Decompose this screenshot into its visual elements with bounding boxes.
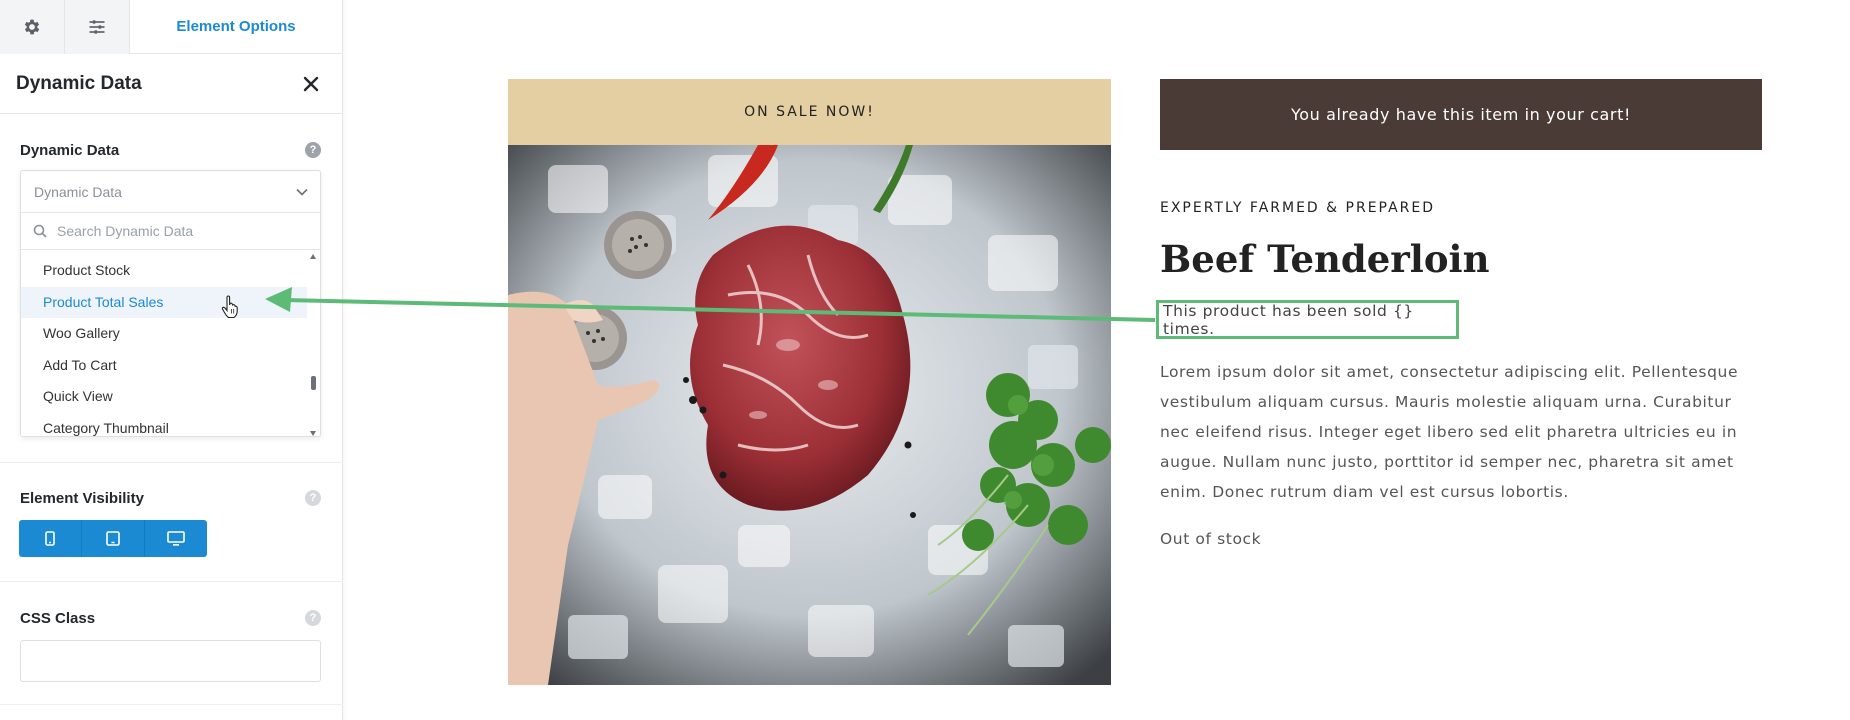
hand-cursor-icon bbox=[221, 295, 238, 319]
dynamic-data-options: Product Stock Product Total Sales Woo Ga… bbox=[21, 250, 320, 436]
css-class-label: CSS Class bbox=[20, 609, 96, 627]
visibility-tablet-button[interactable] bbox=[82, 520, 145, 557]
option-product-stock[interactable]: Product Stock bbox=[21, 255, 307, 287]
section-divider bbox=[0, 704, 343, 705]
gear-icon bbox=[24, 19, 40, 35]
tab-style[interactable] bbox=[65, 0, 130, 54]
product-eyebrow: EXPERTLY FARMED & PREPARED bbox=[1160, 200, 1436, 216]
dynamic-data-label: Dynamic Data bbox=[20, 141, 120, 159]
product-title: Beef Tenderloin bbox=[1160, 237, 1490, 281]
help-icon[interactable]: ? bbox=[305, 142, 321, 158]
visibility-phone-button[interactable] bbox=[19, 520, 82, 557]
visibility-toggle-group bbox=[19, 520, 207, 557]
tab-element-options[interactable]: Element Options bbox=[130, 0, 342, 53]
cart-notice: You already have this item in your cart! bbox=[1160, 79, 1762, 150]
chevron-down-icon bbox=[296, 188, 308, 196]
beef-on-ice-illustration bbox=[508, 145, 1111, 685]
dynamic-data-search bbox=[21, 213, 320, 250]
css-class-field-header: CSS Class ? bbox=[0, 606, 343, 630]
element-options-sidebar: Element Options Dynamic Data Dynamic Dat… bbox=[0, 0, 343, 720]
scroll-thumb[interactable] bbox=[311, 376, 316, 390]
product-description: Lorem ipsum dolor sit amet, consectetur … bbox=[1160, 363, 1739, 501]
total-sales-text[interactable]: This product has been sold {} times. bbox=[1156, 300, 1459, 339]
dynamic-data-field-header: Dynamic Data ? bbox=[0, 138, 343, 162]
section-divider bbox=[0, 581, 343, 582]
dynamic-data-dropdown: Dynamic Data Product Stock Product Total… bbox=[20, 170, 321, 437]
visibility-desktop-button[interactable] bbox=[145, 520, 207, 557]
visibility-label: Element Visibility bbox=[20, 489, 144, 507]
stock-status: Out of stock bbox=[1160, 530, 1262, 548]
option-product-total-sales[interactable]: Product Total Sales bbox=[21, 286, 307, 318]
dynamic-data-select[interactable]: Dynamic Data bbox=[21, 171, 320, 213]
sliders-icon bbox=[89, 20, 105, 34]
help-icon[interactable]: ? bbox=[305, 490, 321, 506]
tablet-icon bbox=[106, 531, 120, 546]
scroll-down-icon[interactable] bbox=[310, 431, 316, 436]
sale-banner: ON SALE NOW! bbox=[508, 79, 1111, 145]
scroll-up-icon[interactable] bbox=[310, 254, 316, 259]
options-scrollbar[interactable] bbox=[310, 252, 318, 436]
total-sales-text-label: This product has been sold {} times. bbox=[1163, 301, 1414, 338]
option-woo-gallery[interactable]: Woo Gallery bbox=[21, 318, 307, 350]
css-class-input[interactable] bbox=[20, 640, 321, 682]
option-quick-view[interactable]: Quick View bbox=[21, 381, 307, 413]
panel-title: Dynamic Data bbox=[16, 72, 142, 94]
desktop-icon bbox=[167, 531, 185, 546]
panel-header: Dynamic Data bbox=[0, 54, 342, 114]
option-category-thumbnail[interactable]: Category Thumbnail bbox=[21, 413, 307, 437]
search-input[interactable] bbox=[57, 223, 297, 239]
help-icon[interactable]: ? bbox=[305, 610, 321, 626]
phone-icon bbox=[45, 531, 55, 546]
product-image bbox=[508, 145, 1111, 685]
close-button[interactable] bbox=[300, 73, 322, 95]
tab-general[interactable] bbox=[0, 0, 65, 54]
close-icon bbox=[303, 76, 319, 91]
section-divider bbox=[0, 462, 343, 463]
dynamic-data-select-value: Dynamic Data bbox=[34, 183, 122, 200]
search-icon bbox=[33, 224, 47, 238]
sidebar-tabs: Element Options bbox=[0, 0, 342, 54]
option-add-to-cart[interactable]: Add To Cart bbox=[21, 350, 307, 382]
visibility-field-header: Element Visibility ? bbox=[0, 486, 343, 510]
